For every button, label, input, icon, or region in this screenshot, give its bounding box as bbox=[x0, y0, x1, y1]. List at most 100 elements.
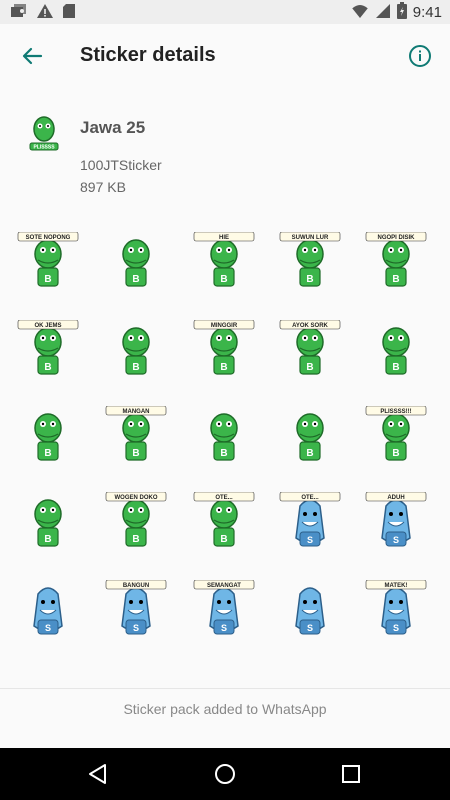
sticker-item[interactable]: S bbox=[268, 570, 352, 654]
status-bar: 9:41 bbox=[0, 0, 450, 24]
crocodile-sticker-image: B WOGEN DOKO bbox=[105, 492, 167, 547]
sticker-item[interactable]: B bbox=[6, 482, 90, 566]
sticker-item[interactable]: B bbox=[182, 396, 266, 480]
sticker-caption: MINGGIR bbox=[211, 323, 238, 329]
crocodile-sticker-image: B OTE... bbox=[193, 492, 255, 547]
sticker-item[interactable]: S bbox=[6, 570, 90, 654]
nav-home-button[interactable] bbox=[211, 760, 239, 788]
crocodile-sticker-image: B SUWUN LUR bbox=[279, 232, 341, 287]
sticker-item[interactable]: S ADUH bbox=[354, 482, 438, 566]
sticker-item[interactable]: B bbox=[268, 396, 352, 480]
sticker-caption: AYOK SORK bbox=[292, 323, 328, 329]
sticker-caption: OTE... bbox=[215, 495, 233, 501]
sticker-item[interactable]: B WOGEN DOKO bbox=[94, 482, 178, 566]
nav-recents-button[interactable] bbox=[337, 760, 365, 788]
nav-recents-icon bbox=[342, 765, 360, 783]
svg-text:S: S bbox=[133, 623, 139, 633]
crocodile-sticker-image: B MINGGIR bbox=[193, 320, 255, 375]
svg-text:B: B bbox=[392, 362, 399, 373]
svg-text:B: B bbox=[220, 448, 227, 459]
sticker-item[interactable]: B SOTE NOPONG bbox=[6, 222, 90, 306]
svg-text:B: B bbox=[220, 274, 227, 285]
svg-text:B: B bbox=[44, 448, 51, 459]
crocodile-sticker-image: B bbox=[210, 413, 238, 461]
navigation-bar bbox=[0, 748, 450, 800]
sticker-item[interactable]: B NGOPI DISIK bbox=[354, 222, 438, 306]
back-button[interactable] bbox=[14, 38, 50, 74]
sticker-caption: MANGAN bbox=[123, 409, 150, 415]
wifi-icon bbox=[351, 3, 369, 24]
sd-card-icon bbox=[62, 3, 76, 24]
sticker-caption: HIE bbox=[219, 235, 229, 241]
sticker-item[interactable]: S BANGUN bbox=[94, 570, 178, 654]
warning-icon bbox=[36, 3, 54, 24]
crocodile-sticker-image: B AYOK SORK bbox=[279, 320, 341, 375]
svg-text:B: B bbox=[306, 448, 313, 459]
sticker-item[interactable]: B SUWUN LUR bbox=[268, 222, 352, 306]
crocodile-sticker-image: B bbox=[382, 327, 410, 375]
sticker-caption: OTE... bbox=[301, 495, 319, 501]
footer: Sticker pack added to WhatsApp bbox=[0, 688, 450, 733]
sticker-caption: WOGEN DOKO bbox=[115, 495, 158, 501]
pack-name: Jawa 25 bbox=[80, 118, 146, 137]
photos-notification-icon bbox=[10, 3, 28, 24]
sticker-item[interactable]: B AYOK SORK bbox=[268, 310, 352, 394]
pack-size: 897 KB bbox=[80, 179, 126, 195]
page-title: Sticker details bbox=[80, 44, 216, 66]
sticker-caption: SUWUN LUR bbox=[292, 235, 329, 241]
sticker-item[interactable]: B bbox=[354, 310, 438, 394]
shark-sticker-image: S SEMANGAT bbox=[193, 580, 255, 635]
pack-publisher: 100JTSticker bbox=[80, 157, 162, 173]
sticker-caption: SEMANGAT bbox=[207, 583, 241, 589]
sticker-item[interactable]: B OK JEMS bbox=[6, 310, 90, 394]
tray-caption: PLISSSS bbox=[33, 145, 55, 151]
sticker-caption: SOTE NOPONG bbox=[26, 235, 71, 241]
sticker-grid: B SOTE NOPONG B B HIE B SUWUN LUR B NGOPI DISIK B… bbox=[0, 222, 450, 677]
nav-back-icon bbox=[89, 764, 106, 784]
shark-sticker-image: S ADUH bbox=[365, 492, 427, 547]
svg-text:S: S bbox=[45, 623, 51, 633]
status-bar-notifications bbox=[10, 3, 76, 24]
svg-text:S: S bbox=[393, 535, 399, 545]
sticker-item[interactable]: B bbox=[94, 310, 178, 394]
crocodile-sticker-image: B bbox=[296, 413, 324, 461]
sticker-item[interactable]: B bbox=[94, 222, 178, 306]
sticker-item[interactable]: B HIE bbox=[182, 222, 266, 306]
shark-sticker-image: S bbox=[33, 587, 63, 635]
sticker-caption: MATEK! bbox=[385, 583, 408, 589]
sticker-item[interactable]: B bbox=[6, 396, 90, 480]
info-icon bbox=[409, 45, 431, 67]
nav-back-button[interactable] bbox=[84, 760, 112, 788]
sticker-caption: PLISSSS!!! bbox=[380, 409, 411, 415]
sticker-item[interactable]: B PLISSSS!!! bbox=[354, 396, 438, 480]
svg-text:S: S bbox=[221, 623, 227, 633]
crocodile-sticker-image: B SOTE NOPONG bbox=[17, 232, 79, 287]
sticker-caption: ADUH bbox=[387, 495, 404, 501]
svg-text:B: B bbox=[392, 274, 399, 285]
status-time: 9:41 bbox=[412, 4, 442, 21]
svg-text:B: B bbox=[306, 274, 313, 285]
status-bar-system: 9:41 bbox=[351, 2, 442, 24]
sticker-caption: OK JEMS bbox=[34, 323, 61, 329]
info-button[interactable] bbox=[402, 38, 438, 74]
nav-home-icon bbox=[215, 764, 235, 784]
crocodile-sticker-image: B bbox=[34, 413, 62, 461]
sticker-item[interactable]: B MINGGIR bbox=[182, 310, 266, 394]
svg-text:S: S bbox=[307, 535, 313, 545]
svg-text:B: B bbox=[132, 274, 139, 285]
sticker-caption: NGOPI DISIK bbox=[377, 235, 415, 241]
crocodile-sticker-image: B PLISSSS!!! bbox=[365, 406, 427, 461]
svg-text:B: B bbox=[44, 362, 51, 373]
crocodile-sticker-image: B bbox=[122, 239, 150, 287]
crocodile-sticker-image: B OK JEMS bbox=[17, 320, 79, 375]
sticker-item[interactable]: S MATEK! bbox=[354, 570, 438, 654]
sticker-item[interactable]: B MANGAN bbox=[94, 396, 178, 480]
shark-sticker-image: S MATEK! bbox=[365, 580, 427, 635]
sticker-item[interactable]: B OTE... bbox=[182, 482, 266, 566]
pack-header: PLISSSS Jawa 25 100JTSticker 897 KB bbox=[0, 90, 450, 210]
added-to-whatsapp-message: Sticker pack added to WhatsApp bbox=[123, 701, 327, 717]
svg-text:B: B bbox=[44, 534, 51, 545]
sticker-item[interactable]: S SEMANGAT bbox=[182, 570, 266, 654]
svg-text:B: B bbox=[220, 362, 227, 373]
sticker-item[interactable]: S OTE... bbox=[268, 482, 352, 566]
